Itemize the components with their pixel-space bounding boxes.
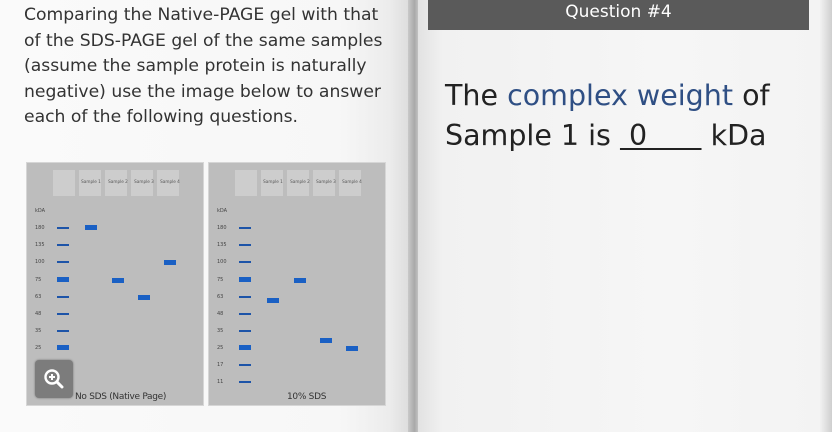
ladder-band: [57, 313, 69, 315]
gel-caption: No SDS (Native Page): [75, 392, 167, 402]
lane-label: Sample 1: [81, 179, 101, 184]
sample-2-band: [112, 278, 124, 283]
kda-label: kDA: [217, 208, 228, 214]
ladder-value: 75: [217, 277, 224, 283]
ladder-marker: 75: [209, 277, 269, 286]
lane-label: Sample 2: [108, 179, 128, 184]
ladder-band: [57, 296, 69, 298]
ladder-band: [239, 381, 251, 383]
sample-4-band: [164, 260, 176, 265]
ladder-value: 25: [35, 345, 42, 351]
ladder-band: [57, 261, 69, 263]
ladder-band: [239, 330, 251, 332]
ladder-band: [239, 227, 251, 229]
zoom-button[interactable]: [35, 360, 73, 398]
ladder-band: [57, 227, 69, 229]
question-header: Question #4: [428, 0, 809, 30]
ladder-band: [239, 244, 251, 246]
question-text-start: The: [445, 79, 508, 112]
gel-well: [235, 170, 257, 196]
ladder-value: 35: [35, 328, 42, 334]
ladder-marker: 35: [209, 328, 269, 337]
ladder-band: [57, 330, 69, 332]
ladder-marker: 100: [27, 259, 87, 268]
right-page: [418, 0, 832, 432]
ladder-marker: 48: [209, 311, 269, 320]
sample-3-band: [320, 338, 332, 343]
zoom-in-icon: [44, 369, 64, 389]
highlighted-term: complex weight: [507, 79, 734, 112]
ladder-marker: 135: [27, 242, 87, 251]
sample-1-band: [85, 225, 97, 230]
ladder-marker: 48: [27, 311, 87, 320]
ladder-band: [239, 313, 251, 315]
ladder-marker: 180: [209, 225, 269, 234]
ladder-value: 180: [217, 225, 227, 231]
ladder-value: 75: [35, 277, 42, 283]
ladder-marker: 25: [27, 345, 87, 354]
lane-label: Sample 4: [160, 179, 180, 184]
sds-page-gel-image: Sample 1 Sample 2 Sample 3 Sample 4 kDA …: [208, 162, 386, 406]
ladder-value: 180: [35, 225, 45, 231]
lane-label: Sample 3: [316, 179, 336, 184]
ladder-marker: 135: [209, 242, 269, 251]
ladder-value: 48: [217, 311, 224, 317]
lane-label: Sample 4: [342, 179, 362, 184]
ladder-marker: 180: [27, 225, 87, 234]
sample-3-band: [138, 295, 150, 300]
instructions-text: Comparing the Native-PAGE gel with that …: [24, 5, 383, 128]
sample-1-band: [267, 298, 279, 303]
ladder-band: [57, 345, 69, 350]
ladder-value: 135: [217, 242, 227, 248]
ladder-band: [57, 277, 69, 282]
ladder-marker: 75: [27, 277, 87, 286]
ladder-band: [57, 244, 69, 246]
ladder-marker: 100: [209, 259, 269, 268]
unit-label: kDa: [701, 119, 767, 152]
question-text: The complex weight of Sample 1 is 0 kDa: [445, 76, 815, 156]
ladder-value: 63: [35, 294, 42, 300]
ladder-band: [239, 345, 251, 350]
ladder-band: [239, 364, 251, 366]
ladder-marker: 63: [27, 294, 87, 303]
ladder-value: 63: [217, 294, 224, 300]
sample-2-band: [294, 278, 306, 283]
ladder-marker: 11: [209, 379, 269, 388]
ladder-marker: 63: [209, 294, 269, 303]
ladder-band: [239, 261, 251, 263]
left-page: Comparing the Native-PAGE gel with that …: [0, 0, 414, 432]
ladder-value: 100: [35, 259, 45, 265]
ladder-value: 135: [35, 242, 45, 248]
lane-label: Sample 2: [290, 179, 310, 184]
ladder-band: [239, 296, 251, 298]
lane-label: Sample 1: [263, 179, 283, 184]
ladder-value: 11: [217, 379, 224, 385]
ladder-value: 17: [217, 362, 224, 368]
lane-label: Sample 3: [134, 179, 154, 184]
ladder-value: 35: [217, 328, 224, 334]
ladder-marker: 17: [209, 362, 269, 371]
sample-4-band: [346, 346, 358, 351]
gel-well: [53, 170, 75, 196]
ladder-value: 25: [217, 345, 224, 351]
gel-caption: 10% SDS: [287, 392, 327, 402]
ladder-marker: 25: [209, 345, 269, 354]
ladder-marker: 35: [27, 328, 87, 337]
answer-blank[interactable]: 0: [620, 119, 702, 152]
ladder-band: [239, 277, 251, 282]
ladder-value: 48: [35, 311, 42, 317]
ladder-value: 100: [217, 259, 227, 265]
kda-label: kDA: [35, 208, 46, 214]
